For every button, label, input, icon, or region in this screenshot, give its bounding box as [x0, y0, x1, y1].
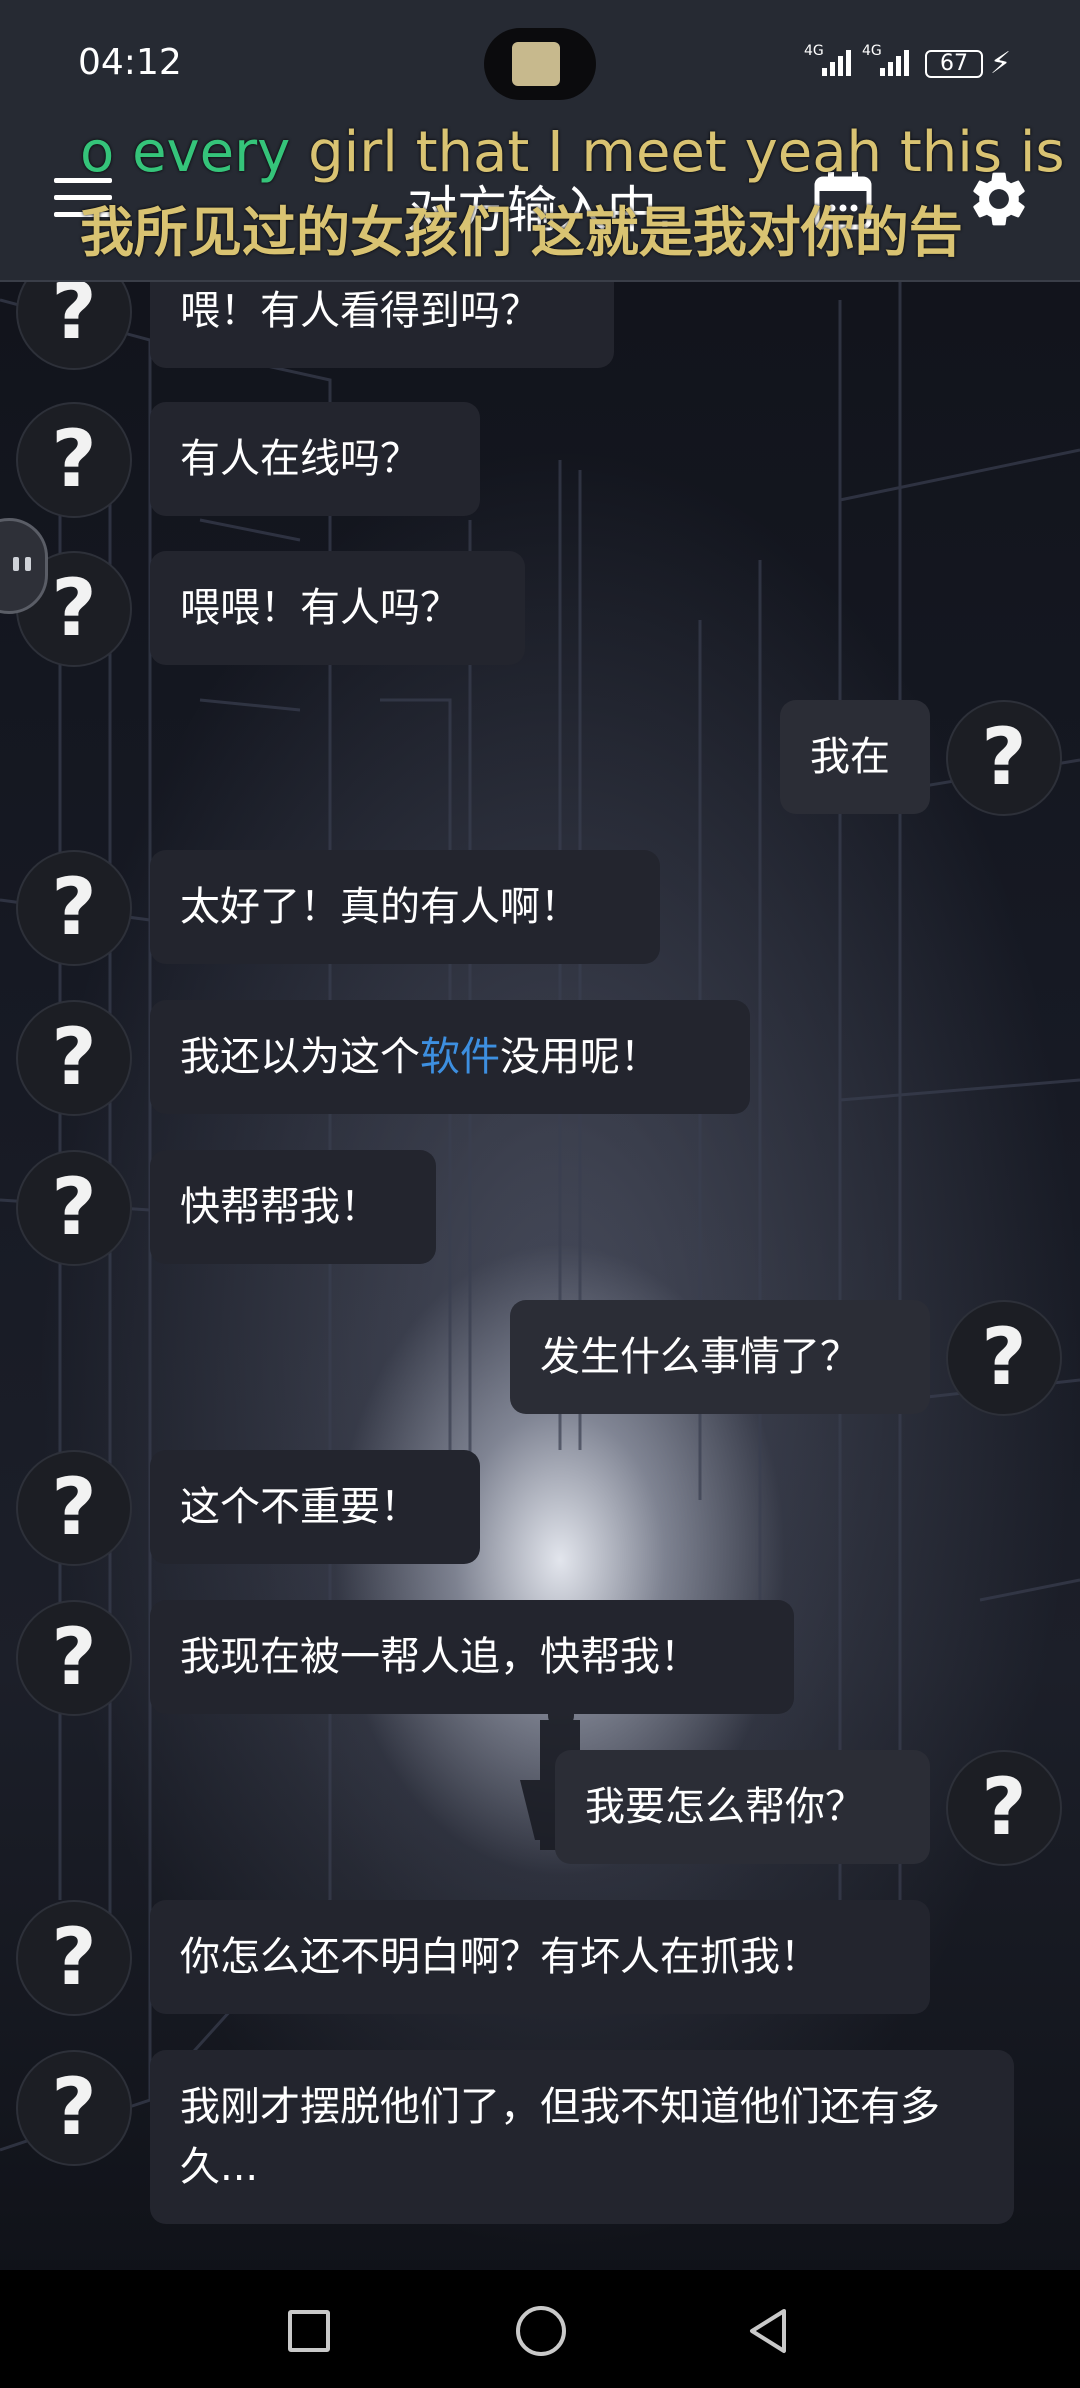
contact-avatar[interactable]: ? — [16, 1450, 132, 1566]
message-bubble-outgoing[interactable]: 发生什么事情了？ — [510, 1300, 930, 1414]
chat-message-list[interactable]: ? 喂！有人看得到吗？ ? 有人在线吗？ ? 喂喂！有人吗？ 我在 ? ? 太好… — [0, 0, 1080, 2270]
battery-icon: 67 — [925, 50, 983, 78]
message-text: 没用呢！ — [500, 1034, 660, 1080]
home-icon[interactable] — [516, 2306, 566, 2356]
contact-avatar[interactable]: ? — [16, 1900, 132, 2016]
contact-avatar[interactable]: ? — [16, 1150, 132, 1266]
contact-avatar[interactable]: ? — [16, 2050, 132, 2166]
message-bubble-incoming[interactable]: 有人在线吗？ — [150, 402, 480, 516]
message-bubble-incoming[interactable]: 这个不重要！ — [150, 1450, 480, 1564]
message-bubble-incoming[interactable]: 喂喂！有人吗？ — [150, 551, 525, 665]
back-icon[interactable] — [744, 2306, 794, 2356]
user-avatar[interactable]: ? — [946, 1300, 1062, 1416]
message-bubble-incoming[interactable]: 我现在被一帮人追，快帮我！ — [150, 1600, 794, 1714]
message-bubble-incoming[interactable]: 我还以为这个软件没用呢！ — [150, 1000, 750, 1114]
recent-apps-icon[interactable] — [288, 2310, 330, 2352]
clock: 04:12 — [78, 42, 182, 83]
system-navigation-bar — [0, 2270, 1080, 2388]
message-bubble-outgoing[interactable]: 我要怎么帮你？ — [555, 1750, 930, 1864]
contact-avatar[interactable]: ? — [16, 402, 132, 518]
contact-avatar[interactable]: ? — [16, 1000, 132, 1116]
camera-indicator — [512, 42, 560, 86]
message-bubble-incoming[interactable]: 快帮帮我！ — [150, 1150, 436, 1264]
front-camera-cutout — [484, 28, 596, 100]
message-bubble-incoming[interactable]: 我刚才摆脱他们了，但我不知道他们还有多久... — [150, 2050, 1014, 2224]
app-header: 对方输入中. — [0, 130, 1080, 282]
message-text: 我还以为这个 — [180, 1034, 420, 1080]
contact-avatar[interactable]: ? — [16, 850, 132, 966]
status-bar: 04:12 4G 4G 67 ⚡ — [0, 0, 1080, 130]
battery-level: 67 — [940, 51, 968, 76]
user-avatar[interactable]: ? — [946, 1750, 1062, 1866]
user-avatar[interactable]: ? — [946, 700, 1062, 816]
message-bubble-incoming[interactable]: 你怎么还不明白啊？有坏人在抓我！ — [150, 1900, 930, 2014]
calendar-icon[interactable] — [812, 170, 874, 232]
contact-avatar[interactable]: ? — [16, 1600, 132, 1716]
message-link-text[interactable]: 软件 — [420, 1034, 500, 1080]
message-bubble-outgoing[interactable]: 我在 — [780, 700, 930, 814]
charging-bolt-icon: ⚡ — [990, 46, 1012, 81]
gear-icon[interactable] — [966, 166, 1032, 232]
page-title: 对方输入中. — [407, 181, 673, 239]
message-bubble-incoming[interactable]: 太好了！真的有人啊！ — [150, 850, 660, 964]
